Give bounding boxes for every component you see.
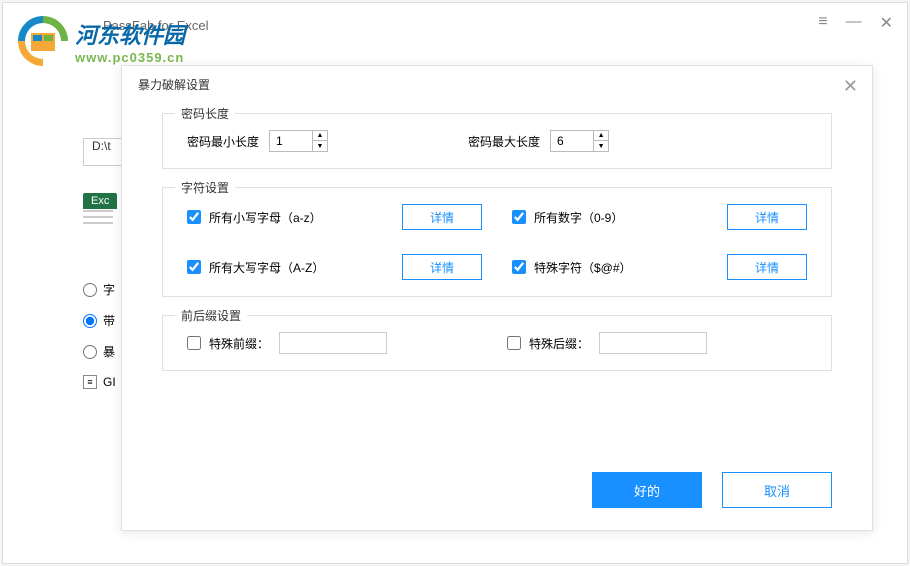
watermark-url: www.pc0359.cn	[75, 50, 185, 65]
modal-title: 暴力破解设置	[138, 78, 210, 92]
min-length-spinner[interactable]: ▲ ▼	[269, 130, 328, 152]
password-length-section: 密码长度 密码最小长度 ▲ ▼ 密码最大长度	[162, 113, 832, 169]
charset-section: 字符设置 所有小写字母（a-z） 详情 所有数字（0-9） 详情	[162, 187, 832, 297]
uppercase-checkbox[interactable]: 所有大写字母（A-Z）	[187, 259, 372, 276]
brute-force-settings-dialog: 暴力破解设置 ✕ 密码长度 密码最小长度 ▲ ▼	[121, 65, 873, 531]
min-length-down-icon[interactable]: ▼	[313, 141, 327, 151]
digits-checkbox[interactable]: 所有数字（0-9）	[512, 209, 697, 226]
lowercase-detail-button[interactable]: 详情	[402, 204, 482, 230]
watermark-logo: 河东软件园 www.pc0359.cn	[13, 11, 185, 71]
file-path-display: D:\t	[83, 138, 123, 166]
bg-gpu-row: ≡ GI	[83, 375, 116, 389]
max-length-input[interactable]	[551, 131, 593, 151]
special-detail-button[interactable]: 详情	[727, 254, 807, 280]
special-label: 特殊字符（$@#）	[534, 259, 632, 276]
max-length-label: 密码最大长度	[468, 133, 540, 150]
affix-section: 前后缀设置 特殊前缀： 特殊后缀：	[162, 315, 832, 371]
uppercase-label: 所有大写字母（A-Z）	[209, 259, 324, 276]
min-length-up-icon[interactable]: ▲	[313, 131, 327, 141]
max-length-down-icon[interactable]: ▼	[594, 141, 608, 151]
bg-radio-dict[interactable]: 字	[83, 281, 115, 298]
prefix-label: 特殊前缀：	[209, 335, 269, 352]
ok-button[interactable]: 好的	[592, 472, 702, 508]
uppercase-detail-button[interactable]: 详情	[402, 254, 482, 280]
min-length-input[interactable]	[270, 131, 312, 151]
prefix-input[interactable]	[279, 332, 387, 354]
gpu-checkbox-icon: ≡	[83, 375, 97, 389]
digits-detail-button[interactable]: 详情	[727, 204, 807, 230]
max-length-up-icon[interactable]: ▲	[594, 131, 608, 141]
affix-section-title: 前后缀设置	[175, 307, 247, 324]
excel-icon-lines	[83, 210, 113, 228]
digits-label: 所有数字（0-9）	[534, 209, 623, 226]
suffix-label: 特殊后缀：	[529, 335, 589, 352]
suffix-checkbox[interactable]: 特殊后缀：	[507, 335, 589, 352]
min-length-label: 密码最小长度	[187, 133, 259, 150]
watermark-icon	[13, 11, 73, 71]
menu-icon[interactable]: ≡	[818, 13, 827, 33]
prefix-checkbox[interactable]: 特殊前缀：	[187, 335, 269, 352]
cancel-button[interactable]: 取消	[722, 472, 832, 508]
lowercase-label: 所有小写字母（a-z）	[209, 209, 322, 226]
length-section-title: 密码长度	[175, 105, 235, 122]
watermark-title: 河东软件园	[75, 18, 185, 50]
minimize-icon[interactable]: —	[846, 13, 862, 33]
special-checkbox[interactable]: 特殊字符（$@#）	[512, 259, 697, 276]
lowercase-checkbox[interactable]: 所有小写字母（a-z）	[187, 209, 372, 226]
close-icon[interactable]: ✕	[843, 76, 858, 97]
close-window-icon[interactable]: ✕	[880, 13, 893, 33]
max-length-spinner[interactable]: ▲ ▼	[550, 130, 609, 152]
excel-badge: Exc	[83, 193, 117, 209]
suffix-input[interactable]	[599, 332, 707, 354]
bg-radio-mask[interactable]: 带	[83, 312, 115, 329]
charset-section-title: 字符设置	[175, 179, 235, 196]
bg-radio-brute[interactable]: 暴	[83, 343, 115, 360]
